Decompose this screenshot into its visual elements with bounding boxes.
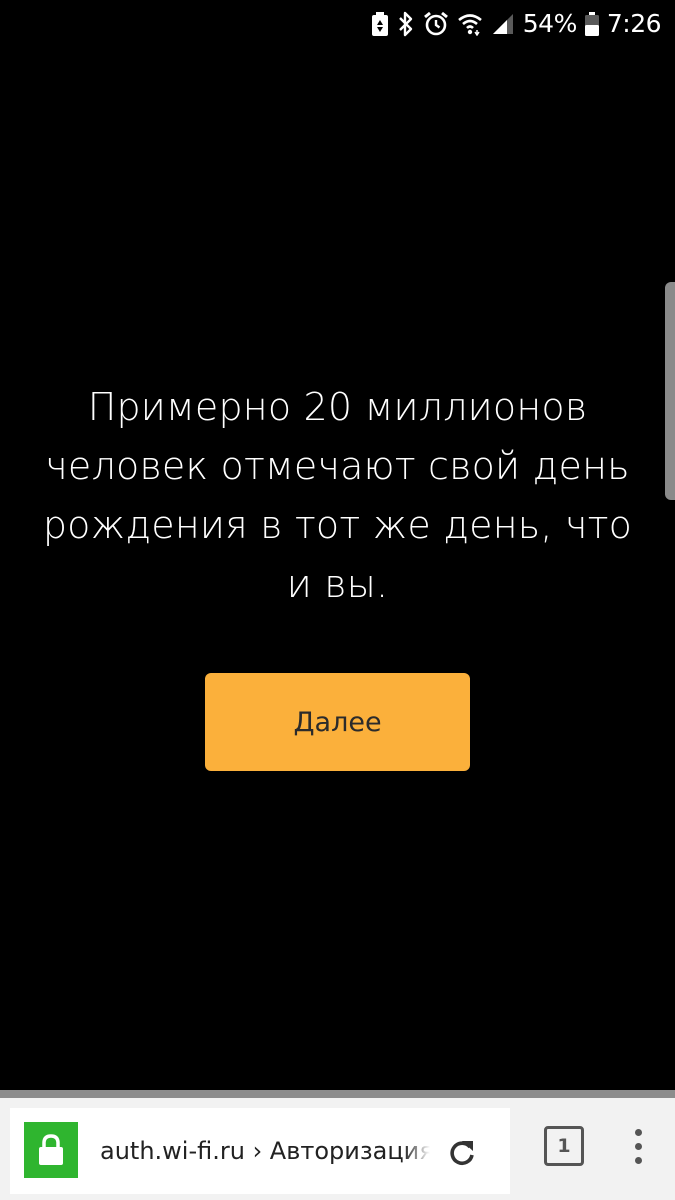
lock-icon [39, 1134, 63, 1165]
alarm-icon [423, 11, 449, 37]
battery-saver-icon [371, 12, 389, 36]
next-button[interactable]: Далее [205, 673, 470, 771]
page-content: Примерно 20 миллионов человек отмечают с… [0, 48, 675, 1090]
url-text[interactable]: auth.wi-fi.ru › Авторизация [100, 1108, 430, 1194]
tabs-button[interactable]: 1 [544, 1126, 584, 1166]
browser-toolbar: auth.wi-fi.ru › Авторизация 1 [0, 1090, 675, 1200]
phone-screen: 54% 7:26 Примерно 20 миллионов человек о… [0, 0, 675, 1200]
clock-time: 7:26 [606, 9, 662, 38]
more-vert-icon [634, 1128, 642, 1136]
secure-lock-badge[interactable] [24, 1122, 78, 1178]
more-vert-icon-dot [634, 1142, 642, 1150]
birthday-message: Примерно 20 миллионов человек отмечают с… [42, 385, 633, 606]
status-bar: 54% 7:26 [0, 0, 675, 48]
wifi-icon [457, 12, 483, 36]
signal-icon [491, 12, 515, 36]
status-icons: 54% 7:26 [371, 8, 662, 40]
more-vert-icon-dot [634, 1156, 642, 1164]
address-bar-arrow [482, 1108, 510, 1194]
reload-icon [450, 1141, 474, 1165]
menu-button[interactable] [618, 1120, 658, 1172]
battery-percent: 54% [522, 9, 578, 38]
battery-icon [584, 12, 599, 36]
bluetooth-icon [397, 11, 415, 37]
scroll-indicator[interactable] [665, 282, 675, 500]
reload-button[interactable] [440, 1130, 484, 1174]
address-bar[interactable]: auth.wi-fi.ru › Авторизация [10, 1108, 510, 1194]
